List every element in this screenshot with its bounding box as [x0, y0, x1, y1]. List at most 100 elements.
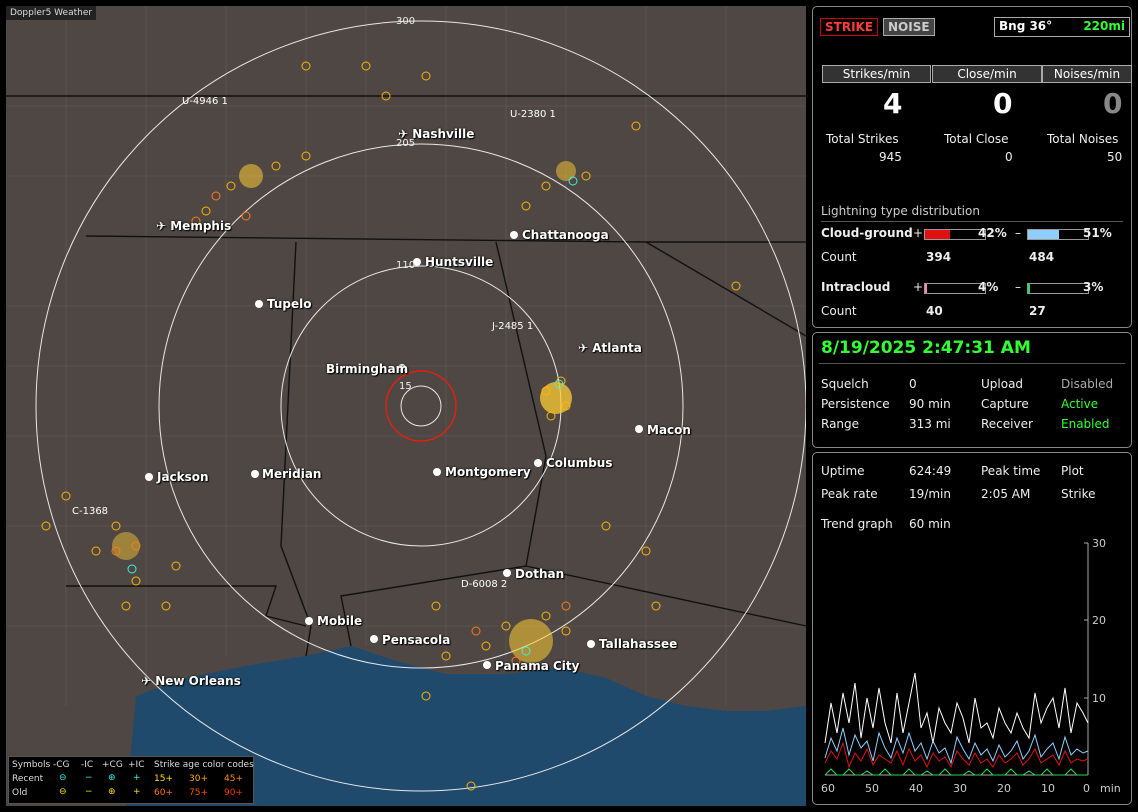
- cloud-ground-label: Cloud-ground: [821, 226, 913, 240]
- close-per-min-value: 0: [993, 87, 1013, 120]
- trend-series-cg-pos: [824, 741, 1089, 769]
- count-label: Count: [821, 250, 857, 264]
- lightning-map[interactable]: Doppler5 Weather 300 205 110 15 ✈ Nashvi…: [6, 6, 806, 806]
- city-label: Panama City: [495, 659, 580, 673]
- ring-label: 15: [399, 381, 412, 392]
- map-canvas: [6, 6, 806, 806]
- close-per-min-label: Close/min: [932, 65, 1042, 83]
- minus-ic-old-icon: −: [85, 787, 93, 797]
- city-label: ✈ New Orleans: [141, 674, 241, 688]
- peak-time-label: Peak time: [981, 464, 1041, 478]
- divider: [819, 363, 1125, 364]
- bearing-value: Bng 36°: [999, 19, 1053, 33]
- status-panel: 8/19/2025 2:47:31 AM Squelch 0 Persisten…: [812, 332, 1132, 448]
- legend-age: 60+: [154, 788, 173, 798]
- cg-positive-fill: [925, 230, 951, 239]
- receiver-label: Receiver: [981, 417, 1033, 431]
- cg-negative-count: 484: [1029, 250, 1055, 264]
- city-label: Tallahassee: [599, 637, 678, 651]
- total-noises-value: 50: [1107, 150, 1123, 164]
- range-label: Range: [821, 417, 860, 431]
- x-tick-label: 10: [1041, 782, 1055, 795]
- airport-icon: ✈: [141, 674, 156, 688]
- city-label: Columbus: [546, 456, 613, 470]
- strike-mode-button[interactable]: STRIKE: [820, 18, 879, 36]
- airport-icon: ✈: [398, 127, 413, 141]
- x-tick-label: 50: [865, 782, 879, 795]
- noises-per-min-label: Noises/min: [1042, 65, 1132, 83]
- city-label: Tupelo: [267, 297, 312, 311]
- distance-value: 220mi: [1083, 19, 1125, 33]
- upload-value: Disabled: [1061, 377, 1114, 391]
- ic-negative-fill: [1028, 284, 1030, 293]
- ring-label: 110: [396, 260, 416, 271]
- ic-positive-bar: [924, 283, 986, 294]
- cg-positive-pct: 42%: [978, 226, 1007, 240]
- map-legend: Symbols -CG -IC +CG +IC Strike age color…: [8, 756, 254, 804]
- ic-negative-pct: 3%: [1083, 280, 1104, 294]
- persistence-value: 90 min: [909, 397, 951, 411]
- negative-sign: –: [1015, 226, 1021, 240]
- uptime-label: Uptime: [821, 464, 865, 478]
- plus-ic-recent-icon: +: [133, 773, 141, 783]
- sensor-label: J-2485 1: [492, 321, 534, 332]
- x-unit-label: min: [1100, 782, 1121, 795]
- uptime-value: 624:49: [909, 464, 952, 478]
- legend-old-label: Old: [12, 788, 28, 798]
- plus-cg-old-icon: ⊕: [108, 787, 116, 797]
- ic-negative-bar: [1027, 283, 1089, 294]
- x-tick-label: 40: [909, 782, 923, 795]
- city-label: Macon: [647, 423, 691, 437]
- ic-negative-count: 27: [1029, 304, 1046, 318]
- peak-rate-label: Peak rate: [821, 487, 878, 501]
- total-strikes-label: Total Strikes: [826, 132, 899, 146]
- legend-type: +IC: [128, 760, 145, 770]
- city-label: ✈ Atlanta: [578, 341, 642, 355]
- city-label: Jackson: [157, 470, 209, 484]
- minus-ic-recent-icon: −: [85, 773, 93, 783]
- trend-series-ic: [824, 768, 1088, 776]
- trend-graph: 30 20 10 60 50 40 30 20 10 0 min: [821, 537, 1121, 795]
- noise-mode-button[interactable]: NOISE: [883, 18, 935, 36]
- bearing-readout: Bng 36° 220mi: [994, 17, 1130, 37]
- strike-stats-panel: STRIKE NOISE Bng 36° 220mi Strikes/min C…: [812, 6, 1132, 328]
- plot-label: Plot: [1061, 464, 1084, 478]
- divider: [821, 221, 1123, 222]
- trend-series-total: [824, 672, 1089, 744]
- legend-recent-label: Recent: [12, 774, 44, 784]
- x-tick-label: 20: [997, 782, 1011, 795]
- squelch-value: 0: [909, 377, 917, 391]
- city-label: Pensacola: [382, 633, 451, 647]
- sensor-label: U-2380 1: [510, 109, 556, 120]
- legend-age: 30+: [189, 774, 208, 784]
- legend-age: 75+: [189, 788, 208, 798]
- map-title: Doppler5 Weather: [6, 6, 97, 20]
- x-tick-label: 60: [821, 782, 835, 795]
- plus-ic-old-icon: +: [133, 787, 141, 797]
- ring-label: 300: [396, 16, 416, 27]
- city-label: ✈ Nashville: [398, 127, 475, 141]
- noises-per-min-value: 0: [1103, 87, 1123, 120]
- sensor-label: C-1368: [72, 506, 109, 517]
- total-noises-label: Total Noises: [1047, 132, 1119, 146]
- sensor-label: D-6008 2: [461, 579, 508, 590]
- city-label: Mobile: [317, 614, 363, 628]
- minus-cg-old-icon: ⊖: [59, 787, 67, 797]
- legend-age: 45+: [224, 774, 243, 784]
- city-label: Montgomery: [445, 465, 531, 479]
- total-strikes-value: 945: [879, 150, 902, 164]
- cg-negative-bar: [1027, 229, 1089, 240]
- minus-cg-recent-icon: ⊖: [59, 773, 67, 783]
- capture-value: Active: [1061, 397, 1099, 411]
- capture-label: Capture: [981, 397, 1029, 411]
- cg-positive-count: 394: [926, 250, 952, 264]
- strikes-per-min-value: 4: [883, 87, 903, 120]
- legend-type: +CG: [102, 760, 123, 770]
- plus-cg-recent-icon: ⊕: [108, 773, 116, 783]
- count-label: Count: [821, 304, 857, 318]
- cg-negative-fill: [1028, 230, 1059, 239]
- legend-type: -CG: [53, 760, 70, 770]
- legend-age-title: Strike age color codes: [154, 760, 254, 770]
- plot-value[interactable]: Strike: [1061, 487, 1096, 501]
- ic-positive-pct: 4%: [978, 280, 999, 294]
